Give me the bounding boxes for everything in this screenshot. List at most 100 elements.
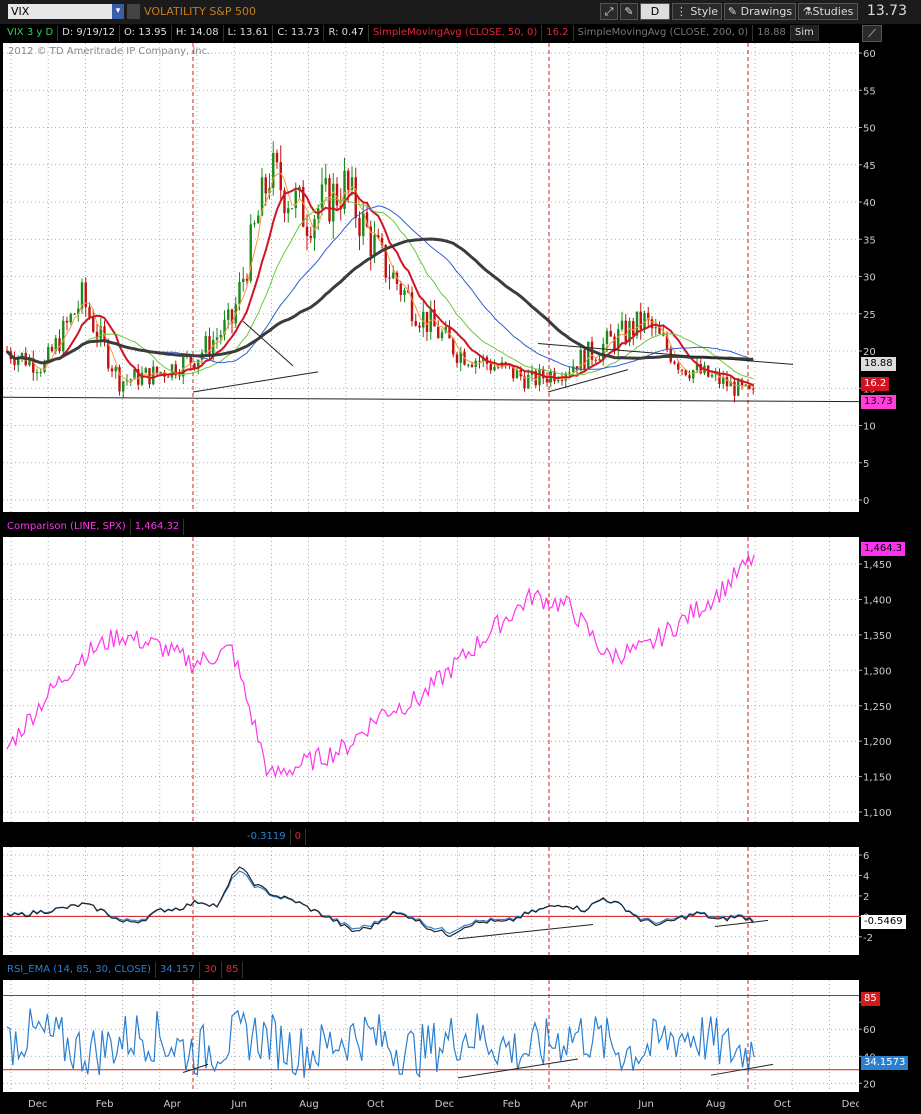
candle-body <box>129 379 132 381</box>
toolbar: VIX ▾ VOLATILITY S&P 500 ⤢ ✎ D ⋮ Style ✎… <box>0 0 921 24</box>
candle-body <box>718 373 721 384</box>
candle-body <box>425 311 429 332</box>
candle-body <box>144 368 147 373</box>
candle-body <box>257 215 260 224</box>
time-axis-label: Dec <box>842 1099 859 1110</box>
aggregation-button[interactable]: D <box>640 3 670 20</box>
candle-body <box>587 341 590 370</box>
candle-body <box>62 320 65 352</box>
rsi-header: RSI_EMA (14, 85, 30, CLOSE) 34.157 30 85 <box>3 962 244 978</box>
rsi-high-tag: 85 <box>861 992 880 1006</box>
candle-body <box>455 354 459 363</box>
style-icon: ⋮ <box>675 5 691 18</box>
chart-settings-icon[interactable]: ⟋ <box>862 25 882 42</box>
rsi-panel[interactable] <box>3 980 867 1092</box>
candle-body <box>373 235 376 257</box>
trendline <box>457 924 594 940</box>
time-axis-label: Aug <box>299 1099 319 1110</box>
candle-body <box>362 212 365 237</box>
drawings-button[interactable]: ✎ Drawings <box>724 3 796 20</box>
candle-body <box>673 361 676 364</box>
scale-tick-label: 20 <box>863 1079 876 1090</box>
oscillator-scale[interactable]: -20246 <box>859 847 921 955</box>
ema-fast-line <box>6 172 754 388</box>
candle-body <box>324 178 327 185</box>
candle-body <box>122 381 125 392</box>
candle-body <box>650 319 654 329</box>
candle-body <box>470 364 474 367</box>
candle-body <box>264 177 267 194</box>
open-label: O: 13.95 <box>120 25 172 41</box>
comparison-panel[interactable] <box>3 537 867 822</box>
scale-tick-label: 0 <box>863 496 869 507</box>
scale-tick-label: 25 <box>863 310 876 321</box>
symbol-dropdown-icon[interactable]: ▾ <box>112 4 124 19</box>
candle-body <box>238 281 241 305</box>
comparison-value: 1,464.32 <box>131 519 185 535</box>
trendline <box>537 343 794 365</box>
sim-label[interactable]: Sim <box>790 25 819 41</box>
candle-body <box>73 313 76 315</box>
trendline <box>714 919 769 928</box>
candle-body <box>204 336 207 353</box>
candle-body <box>227 309 230 320</box>
expand-icon[interactable]: ⤢ <box>600 3 618 20</box>
candle-body <box>688 375 691 379</box>
scale-tick-label: 45 <box>863 161 876 172</box>
comparison-scale[interactable]: 1,100 1,150 1,200 1,250 1,300 1,350 1,400 1,450 <box>859 537 921 822</box>
style-label: Style <box>690 5 719 18</box>
scale-tick-label: 1,200 <box>863 737 892 748</box>
scale-tick-label: 10 <box>863 422 876 433</box>
period-label[interactable]: VIX 3 y D <box>3 25 59 41</box>
scale-tick-label: 1,150 <box>863 773 892 784</box>
candle-body <box>733 381 736 396</box>
rsi-line <box>6 1008 755 1079</box>
scale-tick-label: 1,100 <box>863 808 892 819</box>
symbol-input[interactable]: VIX <box>8 4 124 19</box>
support-trendline <box>2 396 860 403</box>
time-axis-label: Feb <box>96 1099 114 1110</box>
rsi-low: 30 <box>200 962 222 978</box>
price-scale[interactable]: 051015202530354045505560 <box>859 43 921 512</box>
time-axis-label: Jun <box>230 1099 247 1110</box>
oscillator-value: -0.3119 <box>243 829 291 845</box>
candle-body <box>275 152 279 163</box>
candle-body <box>609 330 612 337</box>
rsi-label[interactable]: RSI_EMA (14, 85, 30, CLOSE) <box>3 962 156 978</box>
candle-body <box>579 349 582 371</box>
candle-body <box>152 366 155 385</box>
flask-icon: ⚗ <box>802 5 813 18</box>
oscillator-signal-line <box>6 870 754 935</box>
candle-body <box>437 326 440 339</box>
time-axis[interactable]: Dec Feb Apr Jun Aug Oct Dec Feb Apr Jun Aug Oct Dec <box>3 1093 859 1114</box>
candle-body <box>478 360 481 362</box>
candle-body <box>710 374 714 377</box>
candle-body <box>602 344 605 360</box>
sma200-tag: 18.88 <box>861 357 896 371</box>
candle-body <box>538 368 541 386</box>
candle-body <box>620 320 624 330</box>
candle-body <box>290 208 294 210</box>
candle-body <box>309 235 312 239</box>
security-title: VOLATILITY S&P 500 <box>144 5 256 18</box>
price-panel[interactable] <box>2 43 867 512</box>
rsi-tag: 34.1573 <box>861 1056 909 1070</box>
oscillator-panel[interactable] <box>3 847 867 955</box>
candle-body <box>692 370 695 379</box>
candle-body <box>598 359 601 361</box>
comparison-label[interactable]: Comparison (LINE, SPX) <box>3 519 131 535</box>
low-label: L: 13.61 <box>224 25 274 41</box>
studies-button[interactable]: ⚗Studies <box>798 3 858 20</box>
style-button[interactable]: ⋮ Style <box>672 3 722 20</box>
price-tag: 13.73 <box>861 395 896 409</box>
candle-body <box>632 321 635 336</box>
sma200-label[interactable]: SimpleMovingAvg (CLOSE, 200, 0) <box>574 25 754 41</box>
candle-body <box>737 379 740 396</box>
candle-body <box>677 363 680 370</box>
wrench-icon[interactable]: ✎ <box>620 3 638 20</box>
sma50-label[interactable]: SimpleMovingAvg (CLOSE, 50, 0) <box>369 25 543 41</box>
candle-body <box>639 311 642 330</box>
candle-body <box>219 334 222 338</box>
symbol-menu-button[interactable] <box>127 4 140 19</box>
sma50-value: 16.2 <box>542 25 574 41</box>
